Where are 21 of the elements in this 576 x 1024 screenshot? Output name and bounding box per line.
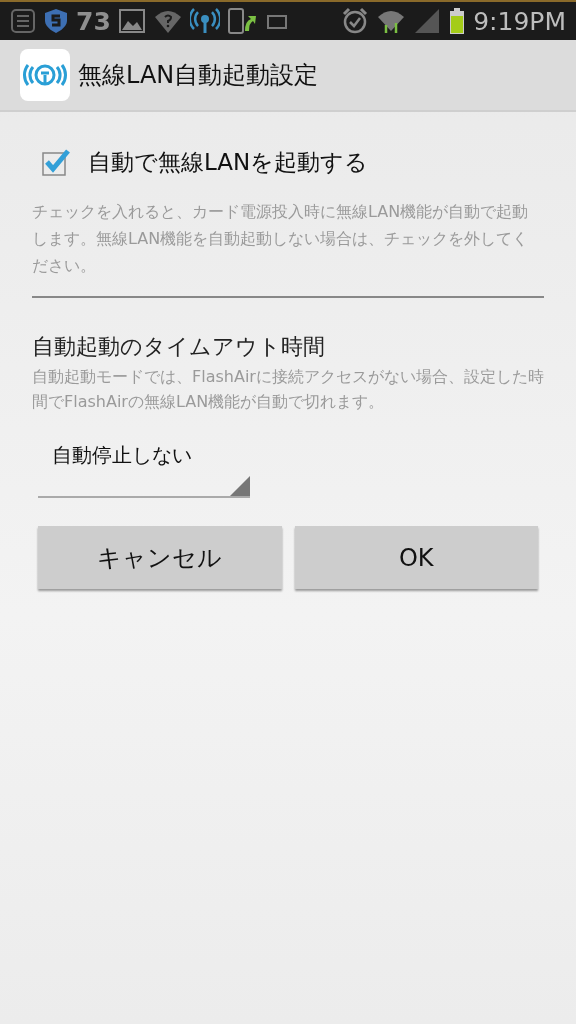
phone-upload-icon [226,7,257,35]
section-description: 自動起動モードでは、FlashAirに接続アクセスがない場合、設定した時間でFlashAirの無線LAN機能が自動で切れます。 [32,366,544,413]
window-title: 無線LAN自動起動設定 [78,60,319,91]
checkbox-label[interactable]: 自動で無線LANを起動する [88,146,369,178]
notification-count: 73 [76,6,111,36]
app-icon [20,49,70,101]
checkbox[interactable] [42,148,70,176]
ok-button[interactable]: OK [294,526,538,589]
hotspot-icon [189,7,220,35]
dropdown-arrow-icon [230,476,250,496]
alarm-icon [341,7,370,35]
notes-icon [10,7,36,35]
dropdown[interactable]: 自動停止しない [38,442,250,498]
clock: 9:19PM [473,6,566,36]
shield-icon [43,7,69,35]
signal-icon [413,7,442,35]
section-heading: 自動起動のタイムアウト時間 [32,333,326,361]
image-icon [117,7,146,35]
cancel-button[interactable]: キャンセル [38,526,282,589]
battery-icon [448,7,467,35]
option-description: チェックを入れると、カード電源投入時に無線LAN機能が自動で起動します。無線LAN機能を自動起動しない場合は、チェックを外してください。 [32,201,530,277]
